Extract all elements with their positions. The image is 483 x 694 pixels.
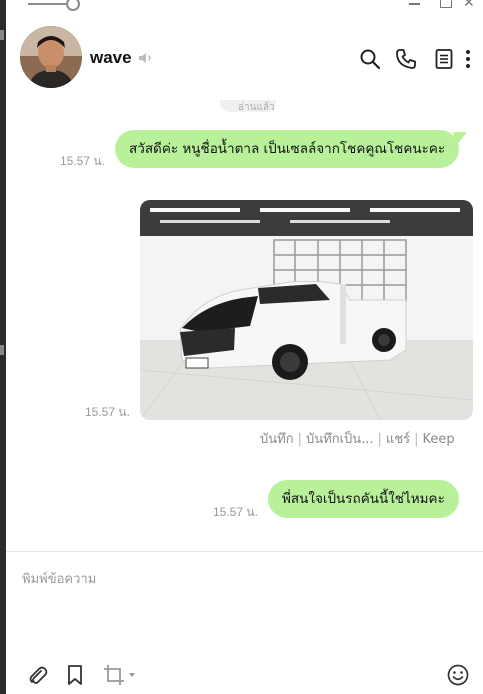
opacity-slider-track[interactable] — [28, 3, 70, 5]
chat-header: wave — [6, 14, 483, 100]
speaker-icon — [139, 53, 151, 63]
phone-icon[interactable] — [395, 48, 417, 70]
composer-divider — [6, 551, 483, 552]
notes-icon[interactable] — [433, 48, 455, 70]
message-text: พี่สนใจเป็นรถคันนี้ใช่ไหมคะ — [282, 491, 445, 507]
avatar[interactable] — [20, 26, 82, 88]
minimize-button[interactable] — [406, 0, 424, 11]
save-link[interactable]: บันทึก — [260, 432, 294, 447]
crop-icon[interactable] — [103, 664, 137, 686]
message-input[interactable]: พิมพ์ข้อความ — [22, 568, 96, 589]
message-time: 15.57 น. — [60, 154, 105, 168]
bookmark-icon[interactable] — [64, 664, 86, 686]
chat-area[interactable]: อ่านแล้ว 15.57 น. สวัสดีค่ะ หนูชื่อน้ำตา… — [6, 100, 483, 550]
bubble-tail — [453, 132, 468, 146]
search-icon[interactable] — [359, 48, 381, 70]
contact-name[interactable]: wave — [90, 48, 132, 68]
paperclip-icon[interactable] — [26, 664, 48, 686]
window-topbar: ✕ — [6, 0, 483, 14]
maximize-button[interactable] — [436, 0, 454, 11]
message-text: สวัสดีค่ะ หนูชื่อน้ำตาล เป็นเซลล์จากโชคค… — [129, 141, 446, 157]
more-icon[interactable] — [464, 48, 472, 70]
message-photo[interactable] — [140, 200, 473, 420]
edge-mark — [0, 30, 4, 40]
avatar-image — [20, 26, 82, 88]
share-link[interactable]: แชร์ — [386, 432, 410, 447]
message-time: 15.57 น. — [85, 405, 130, 419]
close-button[interactable]: ✕ — [463, 0, 481, 11]
edge-mark — [0, 345, 4, 355]
opacity-slider-knob[interactable] — [66, 0, 80, 11]
keep-link[interactable]: Keep — [423, 432, 455, 447]
read-status: อ่านแล้ว — [238, 102, 275, 113]
message-bubble[interactable]: สวัสดีค่ะ หนูชื่อน้ำตาล เป็นเซลล์จากโชคค… — [115, 130, 468, 168]
save-as-link[interactable]: บันทึกเป็น... — [306, 432, 374, 447]
message-time: 15.57 น. — [213, 505, 258, 519]
photo-actions: บันทึก | บันทึกเป็น... | แชร์ | Keep — [260, 432, 455, 447]
message-bubble[interactable]: พี่สนใจเป็นรถคันนี้ใช่ไหมคะ — [268, 480, 459, 518]
emoji-icon[interactable] — [447, 664, 469, 686]
truck-photo — [140, 200, 473, 420]
